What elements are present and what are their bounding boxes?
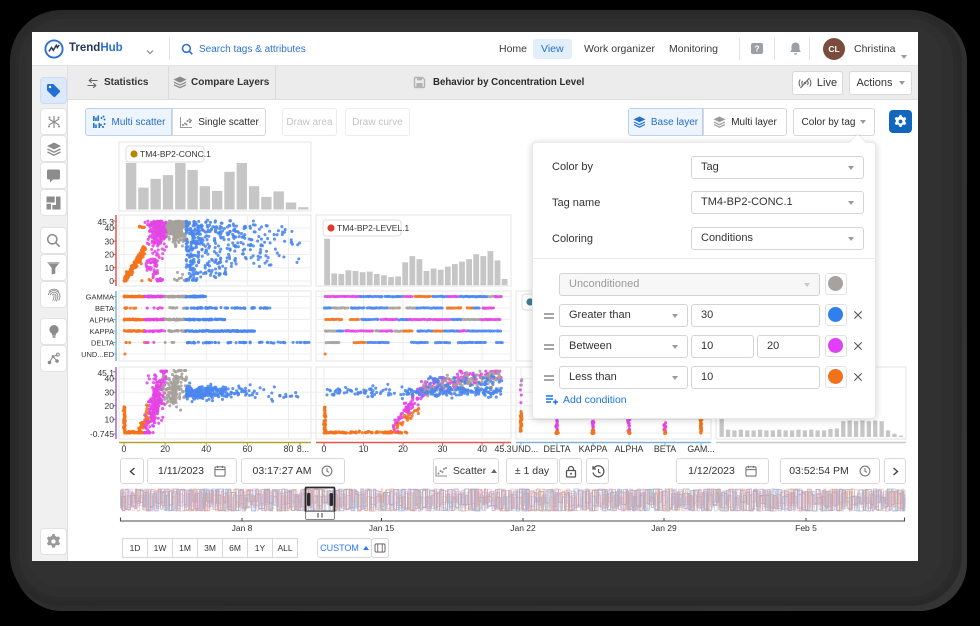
svg-text:0: 0 — [122, 444, 127, 454]
svg-text:40: 40 — [201, 444, 211, 454]
svg-text:DELTA: DELTA — [91, 338, 114, 347]
svg-text:10: 10 — [105, 414, 115, 424]
svg-text:Jan 8: Jan 8 — [232, 523, 253, 533]
svg-text:Jan 22: Jan 22 — [510, 523, 536, 533]
svg-text:40: 40 — [477, 444, 487, 454]
svg-text:30: 30 — [105, 236, 115, 246]
svg-text:20: 20 — [105, 250, 115, 260]
svg-text:60: 60 — [243, 444, 253, 454]
svg-text:Feb 5: Feb 5 — [795, 523, 817, 533]
svg-text:KAPPA: KAPPA — [90, 327, 114, 336]
svg-text:40: 40 — [105, 223, 115, 233]
svg-text:10: 10 — [105, 263, 115, 273]
svg-text:40: 40 — [105, 374, 115, 384]
svg-text:30: 30 — [105, 387, 115, 397]
svg-text:45.3: 45.3 — [494, 444, 511, 454]
svg-text:BETA: BETA — [654, 444, 676, 454]
svg-text:?: ? — [754, 44, 759, 54]
svg-text:10: 10 — [359, 444, 369, 454]
svg-text:-0.745: -0.745 — [90, 429, 114, 439]
svg-text:ALPHA: ALPHA — [89, 315, 114, 324]
svg-text:UND...ED: UND...ED — [81, 350, 115, 359]
svg-text:ALPHA: ALPHA — [615, 444, 644, 454]
svg-text:0: 0 — [322, 444, 327, 454]
svg-text:TM4-BP2-LEVEL.1: TM4-BP2-LEVEL.1 — [337, 223, 410, 233]
svg-text:8...: 8... — [297, 444, 309, 454]
svg-text:Jan 29: Jan 29 — [651, 523, 677, 533]
svg-text:80: 80 — [284, 444, 294, 454]
svg-text:GAM...: GAM... — [687, 444, 714, 454]
svg-text:GAMMA: GAMMA — [86, 292, 114, 301]
svg-text:TM4-BP2-CONC.1: TM4-BP2-CONC.1 — [140, 149, 211, 159]
svg-text:20: 20 — [105, 401, 115, 411]
svg-text:KAPPA: KAPPA — [579, 444, 608, 454]
svg-text:20: 20 — [160, 444, 170, 454]
svg-text:30: 30 — [438, 444, 448, 454]
svg-text:UND...: UND... — [512, 444, 538, 454]
svg-text:BETA: BETA — [95, 304, 114, 313]
svg-text:0: 0 — [109, 276, 114, 286]
svg-text:DELTA: DELTA — [543, 444, 570, 454]
svg-text:Jan 15: Jan 15 — [369, 523, 395, 533]
svg-text:20: 20 — [398, 444, 408, 454]
